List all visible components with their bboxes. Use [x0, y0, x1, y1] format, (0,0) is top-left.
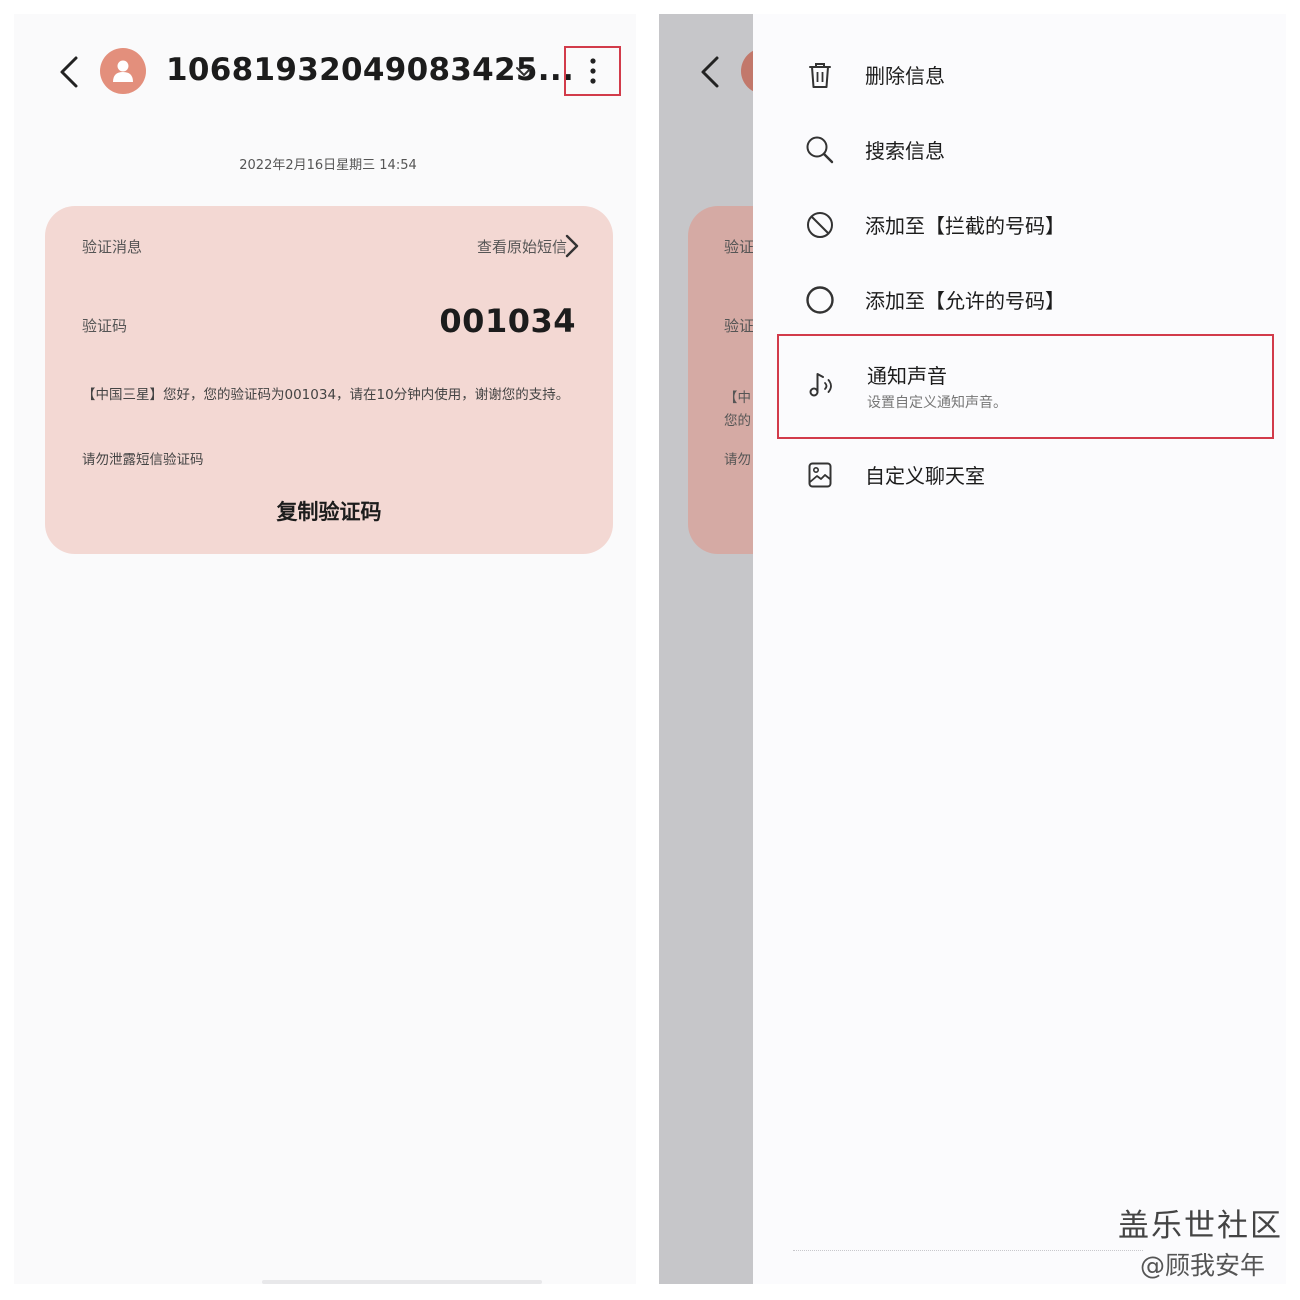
watermark-title: 盖乐世社区 [1118, 1208, 1283, 1244]
card-header-label: 验证消息 [82, 238, 143, 256]
copy-code-button[interactable]: 复制验证码 [45, 496, 613, 526]
message-timestamp: 2022年2月16日星期三 14:54 [239, 158, 417, 173]
menu-item-delete-messages[interactable]: 删除信息 [753, 38, 1286, 108]
verification-message-card: 验证消息 查看原始短信 验证码 001034 【中国三星】您好，您的验证码为00… [45, 206, 613, 554]
dimmed-label: 请勿 [724, 452, 751, 468]
conversation-screen: 10681932049083425... 2022年2月16日星期三 14:54… [14, 14, 636, 1284]
wallpaper-icon [808, 462, 832, 488]
menu-screen: 验证 验证 【中 您的 请勿 删除信息 搜索信息 添加至【拦截的号码】 添加至【… [659, 14, 1286, 1284]
menu-item-add-to-allowed[interactable]: 添加至【允许的号码】 [753, 263, 1286, 333]
circle-icon [806, 286, 834, 314]
menu-item-label: 删除信息 [865, 64, 945, 88]
more-options-button[interactable] [564, 46, 621, 96]
chevron-right-icon[interactable] [561, 232, 583, 260]
menu-item-label: 通知声音 [867, 364, 947, 388]
chevron-down-icon[interactable] [512, 60, 536, 84]
menu-item-add-to-blocked[interactable]: 添加至【拦截的号码】 [753, 188, 1286, 258]
menu-item-label: 搜索信息 [865, 139, 945, 163]
back-arrow-icon [701, 56, 719, 88]
menu-item-label: 自定义聊天室 [865, 464, 985, 488]
sms-warning-text: 请勿泄露短信验证码 [82, 452, 204, 468]
dimmed-label: 您的 [724, 413, 751, 429]
person-icon [113, 60, 133, 82]
options-menu: 删除信息 搜索信息 添加至【拦截的号码】 添加至【允许的号码】 通知声音 设置自… [753, 14, 1286, 1284]
menu-item-label: 添加至【拦截的号码】 [865, 214, 1065, 238]
more-vertical-icon [589, 58, 596, 84]
menu-item-customize-chat-room[interactable]: 自定义聊天室 [753, 438, 1286, 508]
code-label: 验证码 [82, 317, 128, 335]
dimmed-label: 验证 [724, 238, 755, 256]
avatar[interactable] [100, 48, 146, 94]
back-arrow-icon[interactable] [50, 52, 90, 92]
home-indicator [262, 1280, 542, 1284]
search-icon [806, 136, 834, 164]
dimmed-label: 【中 [724, 390, 751, 406]
menu-item-sublabel: 设置自定义通知声音。 [867, 395, 1007, 411]
music-note-icon [809, 373, 832, 397]
watermark-author: @顾我安年 [1140, 1251, 1266, 1280]
menu-item-notification-sound[interactable]: 通知声音 设置自定义通知声音。 [777, 334, 1274, 439]
divider [793, 1250, 1143, 1251]
sms-body-text: 【中国三星】您好，您的验证码为001034，请在10分钟内使用，谢谢您的支持。 [82, 387, 570, 403]
view-original-sms-link[interactable]: 查看原始短信 [477, 236, 567, 257]
verification-code: 001034 [439, 302, 576, 340]
trash-icon [809, 63, 831, 88]
block-icon [807, 212, 833, 238]
menu-item-search-messages[interactable]: 搜索信息 [753, 113, 1286, 183]
dimmed-label: 验证 [724, 317, 755, 335]
menu-item-label: 添加至【允许的号码】 [865, 289, 1065, 313]
